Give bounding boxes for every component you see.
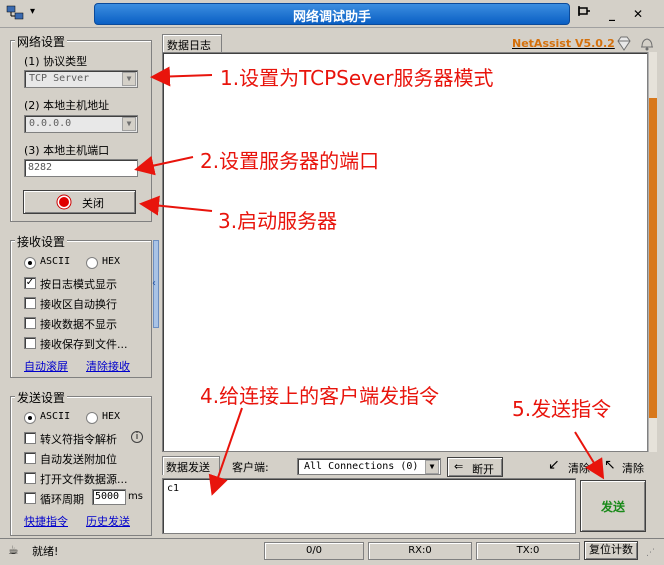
annotation-4: 4.给连接上的客户端发指令 xyxy=(200,384,440,408)
annotation-3: 3.启动服务器 xyxy=(218,209,338,233)
arrow-4 xyxy=(208,407,243,496)
arrow-3 xyxy=(139,195,213,216)
arrow-5 xyxy=(574,431,605,480)
annotation-2: 2.设置服务器的端口 xyxy=(200,149,380,173)
annotation-1: 1.设置为TCPSever服务器模式 xyxy=(220,66,494,90)
arrow-1 xyxy=(150,66,213,87)
annotation-5: 5.发送指令 xyxy=(512,397,612,421)
arrow-2 xyxy=(134,155,194,176)
